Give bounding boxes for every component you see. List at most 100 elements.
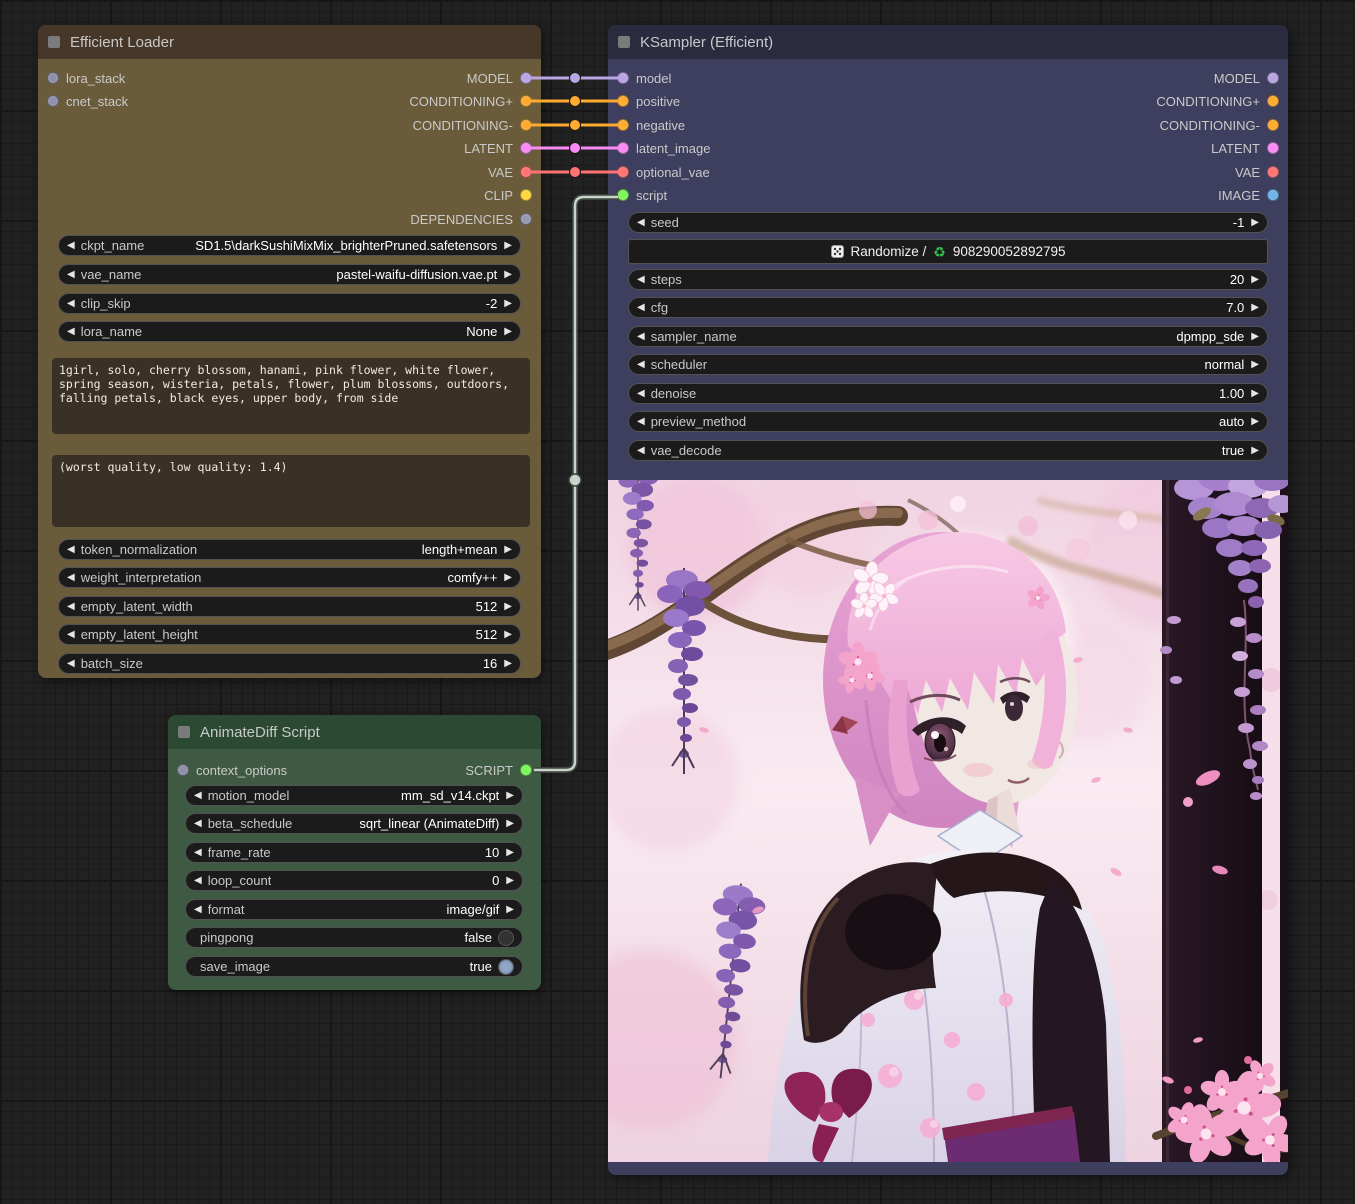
widget-empty-latent-height[interactable]: ◀ empty_latent_height 512 ▶ xyxy=(58,624,521,645)
output-slot-vae[interactable]: VAE xyxy=(488,164,532,180)
node-ksampler-efficient[interactable]: KSampler (Efficient) model positive nega… xyxy=(608,25,1288,1175)
slot-dot[interactable] xyxy=(520,213,532,225)
toggle-knob[interactable] xyxy=(498,959,514,975)
input-slot-latent-image[interactable]: latent_image xyxy=(617,140,710,156)
randomize-seed-button[interactable]: Randomize / ♻ 908290052892795 xyxy=(628,239,1268,264)
output-slot-model[interactable]: MODEL xyxy=(467,70,532,86)
slot-dot[interactable] xyxy=(1267,166,1279,178)
right-arrow-icon[interactable]: ▶ xyxy=(506,819,514,829)
right-arrow-icon[interactable]: ▶ xyxy=(504,299,512,309)
right-arrow-icon[interactable]: ▶ xyxy=(1251,446,1259,456)
input-slot-context-options[interactable]: context_options xyxy=(177,762,287,778)
left-arrow-icon[interactable]: ◀ xyxy=(67,270,75,280)
slot-dot[interactable] xyxy=(1267,95,1279,107)
output-slot-latent[interactable]: LATENT xyxy=(464,140,532,156)
slot-dot[interactable] xyxy=(47,72,59,84)
left-arrow-icon[interactable]: ◀ xyxy=(67,327,75,337)
slot-dot[interactable] xyxy=(617,142,629,154)
widget-seed[interactable]: ◀ seed -1 ▶ xyxy=(628,212,1268,233)
left-arrow-icon[interactable]: ◀ xyxy=(637,389,645,399)
left-arrow-icon[interactable]: ◀ xyxy=(67,602,75,612)
left-arrow-icon[interactable]: ◀ xyxy=(67,630,75,640)
left-arrow-icon[interactable]: ◀ xyxy=(194,876,202,886)
node-graph-canvas[interactable]: Efficient Loader lora_stack cnet_stack M… xyxy=(0,0,1355,1204)
input-slot-optional-vae[interactable]: optional_vae xyxy=(617,164,710,180)
slot-dot[interactable] xyxy=(520,166,532,178)
right-arrow-icon[interactable]: ▶ xyxy=(1251,303,1259,313)
widget-vae-name[interactable]: ◀ vae_name pastel-waifu-diffusion.vae.pt… xyxy=(58,264,521,285)
output-slot-conditioning-minus[interactable]: CONDITIONING- xyxy=(413,117,532,133)
input-slot-script[interactable]: script xyxy=(617,187,667,203)
widget-preview-method[interactable]: ◀ preview_method auto ▶ xyxy=(628,411,1268,432)
slot-dot[interactable] xyxy=(177,764,189,776)
left-arrow-icon[interactable]: ◀ xyxy=(637,275,645,285)
right-arrow-icon[interactable]: ▶ xyxy=(504,545,512,555)
widget-clip-skip[interactable]: ◀ clip_skip -2 ▶ xyxy=(58,293,521,314)
collapse-icon[interactable] xyxy=(48,36,60,48)
left-arrow-icon[interactable]: ◀ xyxy=(67,659,75,669)
right-arrow-icon[interactable]: ▶ xyxy=(506,791,514,801)
widget-cfg[interactable]: ◀ cfg 7.0 ▶ xyxy=(628,297,1268,318)
slot-dot[interactable] xyxy=(520,764,532,776)
right-arrow-icon[interactable]: ▶ xyxy=(504,241,512,251)
widget-token-normalization[interactable]: ◀ token_normalization length+mean ▶ xyxy=(58,539,521,560)
input-slot-positive[interactable]: positive xyxy=(617,93,680,109)
left-arrow-icon[interactable]: ◀ xyxy=(67,573,75,583)
slot-dot[interactable] xyxy=(1267,119,1279,131)
widget-sampler-name[interactable]: ◀ sampler_name dpmpp_sde ▶ xyxy=(628,326,1268,347)
node-header-animatediff[interactable]: AnimateDiff Script xyxy=(168,715,541,749)
collapse-icon[interactable] xyxy=(618,36,630,48)
right-arrow-icon[interactable]: ▶ xyxy=(504,270,512,280)
left-arrow-icon[interactable]: ◀ xyxy=(194,791,202,801)
widget-format[interactable]: ◀ format image/gif ▶ xyxy=(185,899,523,920)
left-arrow-icon[interactable]: ◀ xyxy=(194,848,202,858)
output-slot-conditioning-plus[interactable]: CONDITIONING+ xyxy=(1156,93,1279,109)
output-slot-script[interactable]: SCRIPT xyxy=(465,762,532,778)
widget-weight-interpretation[interactable]: ◀ weight_interpretation comfy++ ▶ xyxy=(58,567,521,588)
positive-prompt-textarea[interactable]: 1girl, solo, cherry blossom, hanami, pin… xyxy=(52,358,530,434)
left-arrow-icon[interactable]: ◀ xyxy=(637,303,645,313)
output-slot-image[interactable]: IMAGE xyxy=(1218,187,1279,203)
widget-beta-schedule[interactable]: ◀ beta_schedule sqrt_linear (AnimateDiff… xyxy=(185,813,523,834)
left-arrow-icon[interactable]: ◀ xyxy=(194,819,202,829)
left-arrow-icon[interactable]: ◀ xyxy=(637,446,645,456)
widget-frame-rate[interactable]: ◀ frame_rate 10 ▶ xyxy=(185,842,523,863)
slot-dot[interactable] xyxy=(617,95,629,107)
output-slot-model[interactable]: MODEL xyxy=(1214,70,1279,86)
widget-vae-decode[interactable]: ◀ vae_decode true ▶ xyxy=(628,440,1268,461)
input-slot-cnet-stack[interactable]: cnet_stack xyxy=(47,93,128,109)
left-arrow-icon[interactable]: ◀ xyxy=(637,218,645,228)
widget-denoise[interactable]: ◀ denoise 1.00 ▶ xyxy=(628,383,1268,404)
output-slot-latent[interactable]: LATENT xyxy=(1211,140,1279,156)
node-animatediff-script[interactable]: AnimateDiff Script context_options SCRIP… xyxy=(168,715,541,990)
slot-dot[interactable] xyxy=(47,95,59,107)
left-arrow-icon[interactable]: ◀ xyxy=(67,299,75,309)
toggle-knob[interactable] xyxy=(498,930,514,946)
toggle-save-image[interactable]: save_image true xyxy=(185,956,523,977)
slot-dot[interactable] xyxy=(520,189,532,201)
output-slot-conditioning-plus[interactable]: CONDITIONING+ xyxy=(409,93,532,109)
input-slot-lora-stack[interactable]: lora_stack xyxy=(47,70,125,86)
slot-dot[interactable] xyxy=(617,119,629,131)
slot-dot[interactable] xyxy=(1267,72,1279,84)
left-arrow-icon[interactable]: ◀ xyxy=(194,905,202,915)
slot-dot[interactable] xyxy=(520,72,532,84)
right-arrow-icon[interactable]: ▶ xyxy=(1251,389,1259,399)
toggle-pingpong[interactable]: pingpong false xyxy=(185,927,523,948)
right-arrow-icon[interactable]: ▶ xyxy=(506,905,514,915)
slot-dot[interactable] xyxy=(617,189,629,201)
right-arrow-icon[interactable]: ▶ xyxy=(1251,332,1259,342)
slot-dot[interactable] xyxy=(520,95,532,107)
right-arrow-icon[interactable]: ▶ xyxy=(506,848,514,858)
slot-dot[interactable] xyxy=(520,142,532,154)
right-arrow-icon[interactable]: ▶ xyxy=(504,573,512,583)
node-header-ksampler[interactable]: KSampler (Efficient) xyxy=(608,25,1288,59)
input-slot-negative[interactable]: negative xyxy=(617,117,685,133)
widget-steps[interactable]: ◀ steps 20 ▶ xyxy=(628,269,1268,290)
right-arrow-icon[interactable]: ▶ xyxy=(504,659,512,669)
right-arrow-icon[interactable]: ▶ xyxy=(1251,275,1259,285)
widget-lora-name[interactable]: ◀ lora_name None ▶ xyxy=(58,321,521,342)
slot-dot[interactable] xyxy=(1267,142,1279,154)
slot-dot[interactable] xyxy=(617,166,629,178)
node-efficient-loader[interactable]: Efficient Loader lora_stack cnet_stack M… xyxy=(38,25,541,678)
